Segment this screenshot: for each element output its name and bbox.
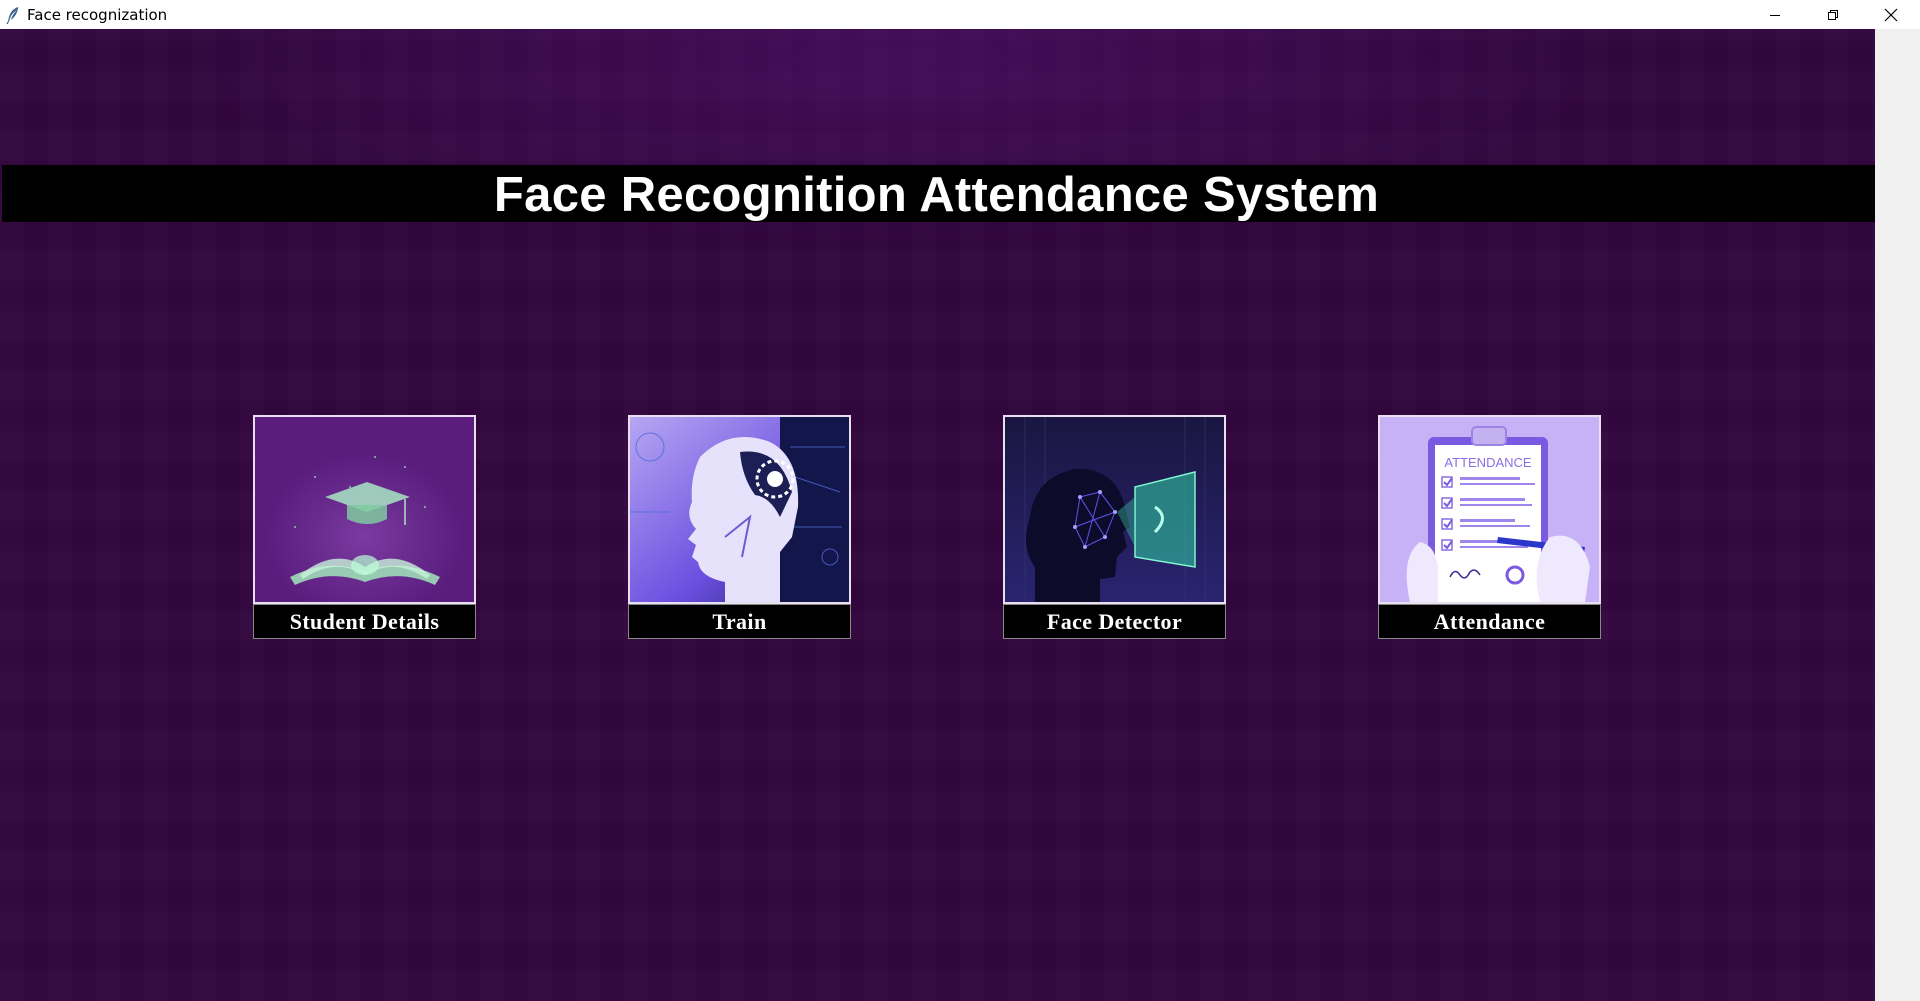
student-details-image[interactable] <box>253 415 476 604</box>
face-detector-label[interactable]: Face Detector <box>1003 604 1226 639</box>
face-scan-icon <box>1005 417 1224 602</box>
ai-head-icon <box>630 417 849 602</box>
attendance-image[interactable]: ATTENDANCE <box>1378 415 1601 604</box>
scrollbar-area[interactable] <box>1875 29 1920 1001</box>
title-banner: Face Recognition Attendance System <box>2 165 1875 222</box>
student-details-button[interactable]: Student Details <box>253 415 476 639</box>
feather-icon <box>6 6 18 24</box>
attendance-clipboard-icon: ATTENDANCE <box>1380 417 1599 602</box>
page-title: Face Recognition Attendance System <box>493 167 1380 222</box>
minimize-icon <box>1770 14 1780 16</box>
face-detector-image[interactable] <box>1003 415 1226 604</box>
attendance-button[interactable]: ATTENDANCE Attendance <box>1378 415 1601 639</box>
restore-icon <box>1828 9 1838 20</box>
close-button[interactable] <box>1862 0 1920 29</box>
window-titlebar: Face recognization <box>0 0 1920 29</box>
close-icon <box>1884 8 1898 21</box>
student-details-label[interactable]: Student Details <box>253 604 476 639</box>
attendance-header-text: ATTENDANCE <box>1444 455 1531 470</box>
train-label[interactable]: Train <box>628 604 851 639</box>
train-image[interactable] <box>628 415 851 604</box>
minimize-button[interactable] <box>1746 0 1804 29</box>
train-button[interactable]: Train <box>628 415 851 639</box>
graduation-book-icon <box>255 417 474 602</box>
window-title: Face recognization <box>27 5 168 24</box>
attendance-label[interactable]: Attendance <box>1378 604 1601 639</box>
restore-button[interactable] <box>1804 0 1862 29</box>
face-detector-button[interactable]: Face Detector <box>1003 415 1226 639</box>
